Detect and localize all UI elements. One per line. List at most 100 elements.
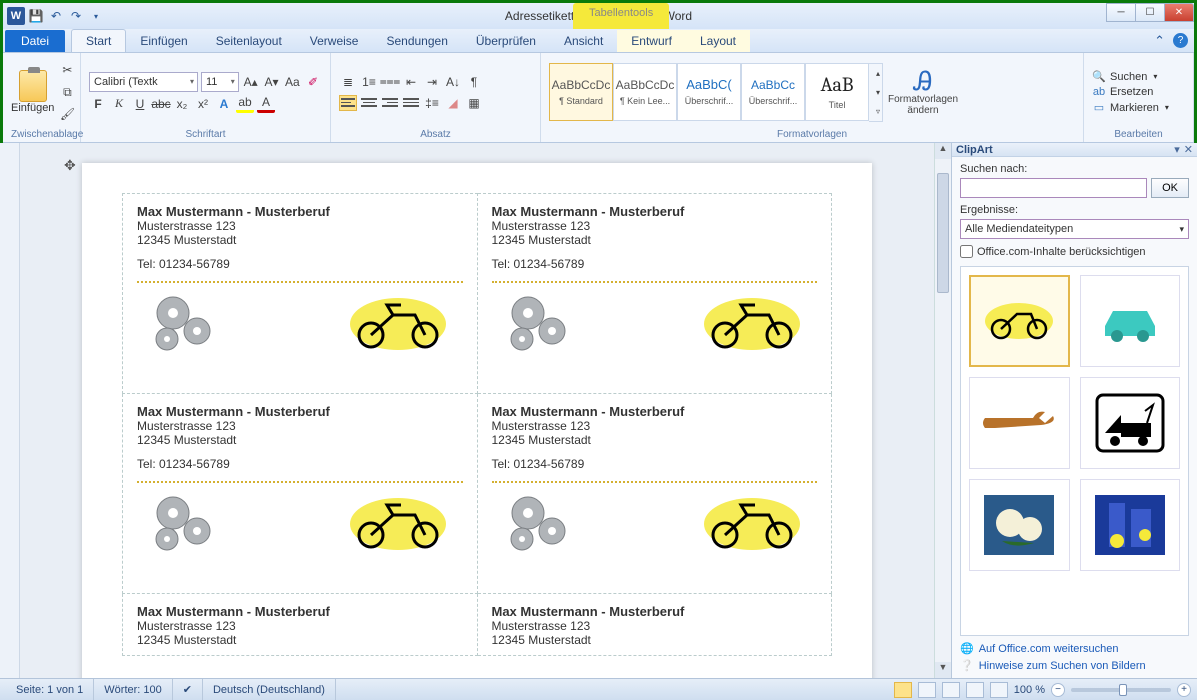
clipart-result-building[interactable] xyxy=(1080,479,1181,571)
copy-icon[interactable]: ⧉ xyxy=(58,83,76,101)
style-ueberschrift1[interactable]: AaBbC(Überschrif... xyxy=(677,63,741,121)
clipart-search-input[interactable] xyxy=(960,178,1147,198)
grow-font-icon[interactable]: A▴ xyxy=(242,73,260,91)
label-cell[interactable]: Max Mustermann - Musterberuf Musterstras… xyxy=(123,194,478,394)
clipart-link-office[interactable]: 🌐Auf Office.com weitersuchen xyxy=(960,640,1189,657)
underline-button[interactable]: U xyxy=(131,95,149,113)
clipart-result-motorcycle[interactable] xyxy=(969,275,1070,367)
zoom-slider[interactable] xyxy=(1071,688,1171,692)
style-titel[interactable]: AaBTitel xyxy=(805,63,869,121)
document-area[interactable]: ✥ Max Mustermann - Musterberuf Musterstr… xyxy=(20,143,934,678)
font-color-button[interactable]: A xyxy=(257,95,275,113)
italic-button[interactable]: K xyxy=(110,95,128,113)
tab-start[interactable]: Start xyxy=(71,29,126,52)
scroll-down-icon[interactable]: ▼ xyxy=(935,662,951,678)
label-cell[interactable]: Max Mustermann - Musterberuf Musterstras… xyxy=(477,394,832,594)
styles-scroll-up-icon[interactable]: ▴ xyxy=(869,64,887,83)
clipart-search-button[interactable]: OK xyxy=(1151,178,1189,198)
bullets-icon[interactable]: ≣ xyxy=(339,73,357,91)
view-print-layout-button[interactable] xyxy=(894,682,912,698)
styles-more-icon[interactable]: ▿ xyxy=(869,102,887,121)
replace-button[interactable]: abErsetzen xyxy=(1092,86,1169,98)
sort-icon[interactable]: A↓ xyxy=(444,73,462,91)
view-web-button[interactable] xyxy=(942,682,960,698)
zoom-in-button[interactable]: + xyxy=(1177,683,1191,697)
line-spacing-icon[interactable]: ‡≡ xyxy=(423,94,441,112)
align-left-button[interactable] xyxy=(339,95,357,111)
status-proofing[interactable]: ✔ xyxy=(173,679,203,700)
style-standard[interactable]: AaBbCcDc¶ Standard xyxy=(549,63,613,121)
file-tab[interactable]: Datei xyxy=(5,30,65,52)
tab-einfuegen[interactable]: Einfügen xyxy=(126,30,201,52)
clipart-result-car[interactable] xyxy=(1080,275,1181,367)
pane-close-icon[interactable]: ✕ xyxy=(1184,144,1193,156)
multilevel-icon[interactable]: ⩶ xyxy=(381,73,399,91)
change-case-icon[interactable]: Aa xyxy=(283,73,301,91)
paste-button[interactable]: Einfügen xyxy=(11,70,54,114)
increase-indent-icon[interactable]: ⇥ xyxy=(423,73,441,91)
font-family-combo[interactable]: Calibri (Textk xyxy=(89,72,198,92)
view-outline-button[interactable] xyxy=(966,682,984,698)
save-icon[interactable]: 💾 xyxy=(27,7,45,25)
qat-dropdown-icon[interactable]: ▾ xyxy=(87,7,105,25)
align-center-button[interactable] xyxy=(360,95,378,111)
font-size-combo[interactable]: 11 xyxy=(201,72,239,92)
zoom-slider-knob[interactable] xyxy=(1119,684,1127,696)
close-button[interactable]: ✕ xyxy=(1164,3,1194,22)
clipart-result-rose[interactable] xyxy=(969,479,1070,571)
bold-button[interactable]: F xyxy=(89,95,107,113)
highlight-color-button[interactable]: ab xyxy=(236,95,254,113)
styles-scroll-down-icon[interactable]: ▾ xyxy=(869,83,887,102)
minimize-button[interactable]: ─ xyxy=(1106,3,1136,22)
tab-verweise[interactable]: Verweise xyxy=(296,30,373,52)
vertical-scrollbar[interactable]: ▲ ▼ xyxy=(934,143,951,678)
find-button[interactable]: 🔍Suchen▾ xyxy=(1092,70,1169,83)
status-page[interactable]: Seite: 1 von 1 xyxy=(6,679,94,700)
view-fullscreen-button[interactable] xyxy=(918,682,936,698)
show-marks-icon[interactable]: ¶ xyxy=(465,73,483,91)
shading-icon[interactable]: ◢ xyxy=(444,94,462,112)
decrease-indent-icon[interactable]: ⇤ xyxy=(402,73,420,91)
tab-ansicht[interactable]: Ansicht xyxy=(550,30,617,52)
minimize-ribbon-icon[interactable]: ⌃ xyxy=(1154,33,1165,49)
clipart-link-hints[interactable]: ❔Hinweise zum Suchen von Bildern xyxy=(960,657,1189,674)
media-type-combo[interactable]: Alle Mediendateitypen xyxy=(960,219,1189,239)
undo-icon[interactable]: ↶ xyxy=(47,7,65,25)
superscript-button[interactable]: x² xyxy=(194,95,212,113)
maximize-button[interactable]: ☐ xyxy=(1135,3,1165,22)
select-button[interactable]: ▭Markieren▾ xyxy=(1092,101,1169,114)
style-ueberschrift2[interactable]: AaBbCcÜberschrif... xyxy=(741,63,805,121)
zoom-out-button[interactable]: − xyxy=(1051,683,1065,697)
scroll-up-icon[interactable]: ▲ xyxy=(935,143,951,159)
format-painter-icon[interactable]: 🖌 xyxy=(58,105,76,123)
clipart-result-wrench[interactable] xyxy=(969,377,1070,469)
align-justify-button[interactable] xyxy=(402,95,420,111)
change-styles-button[interactable]: Ꭿ Formatvorlagen ändern xyxy=(887,68,959,116)
label-cell[interactable]: Max Mustermann - Musterberuf Musterstras… xyxy=(477,194,832,394)
label-cell[interactable]: Max Mustermann - Musterberuf Musterstras… xyxy=(123,394,478,594)
borders-icon[interactable]: ▦ xyxy=(465,94,483,112)
zoom-value[interactable]: 100 % xyxy=(1014,684,1045,696)
tab-entwurf[interactable]: Entwurf xyxy=(617,30,686,52)
office-content-checkbox[interactable]: Office.com-Inhalte berücksichtigen xyxy=(960,245,1189,258)
strikethrough-button[interactable]: abc xyxy=(152,95,170,113)
status-words[interactable]: Wörter: 100 xyxy=(94,679,172,700)
tab-seitenlayout[interactable]: Seitenlayout xyxy=(202,30,296,52)
align-right-button[interactable] xyxy=(381,95,399,111)
clipart-result-towtruck[interactable] xyxy=(1080,377,1181,469)
text-effects-icon[interactable]: A xyxy=(215,95,233,113)
pane-dropdown-icon[interactable]: ▾ xyxy=(1174,144,1180,156)
help-icon[interactable]: ? xyxy=(1173,33,1188,48)
view-draft-button[interactable] xyxy=(990,682,1008,698)
label-cell[interactable]: Max Mustermann - Musterberuf Musterstras… xyxy=(123,594,478,656)
clear-format-icon[interactable]: ✐ xyxy=(304,73,322,91)
tab-ueberpruefen[interactable]: Überprüfen xyxy=(462,30,550,52)
office-checkbox-input[interactable] xyxy=(960,245,973,258)
numbering-icon[interactable]: 1≡ xyxy=(360,73,378,91)
style-kein-leerraum[interactable]: AaBbCcDc¶ Kein Lee... xyxy=(613,63,677,121)
status-language[interactable]: Deutsch (Deutschland) xyxy=(203,679,336,700)
redo-icon[interactable]: ↷ xyxy=(67,7,85,25)
shrink-font-icon[interactable]: A▾ xyxy=(263,73,281,91)
scroll-thumb[interactable] xyxy=(937,173,949,293)
cut-icon[interactable]: ✂ xyxy=(58,61,76,79)
